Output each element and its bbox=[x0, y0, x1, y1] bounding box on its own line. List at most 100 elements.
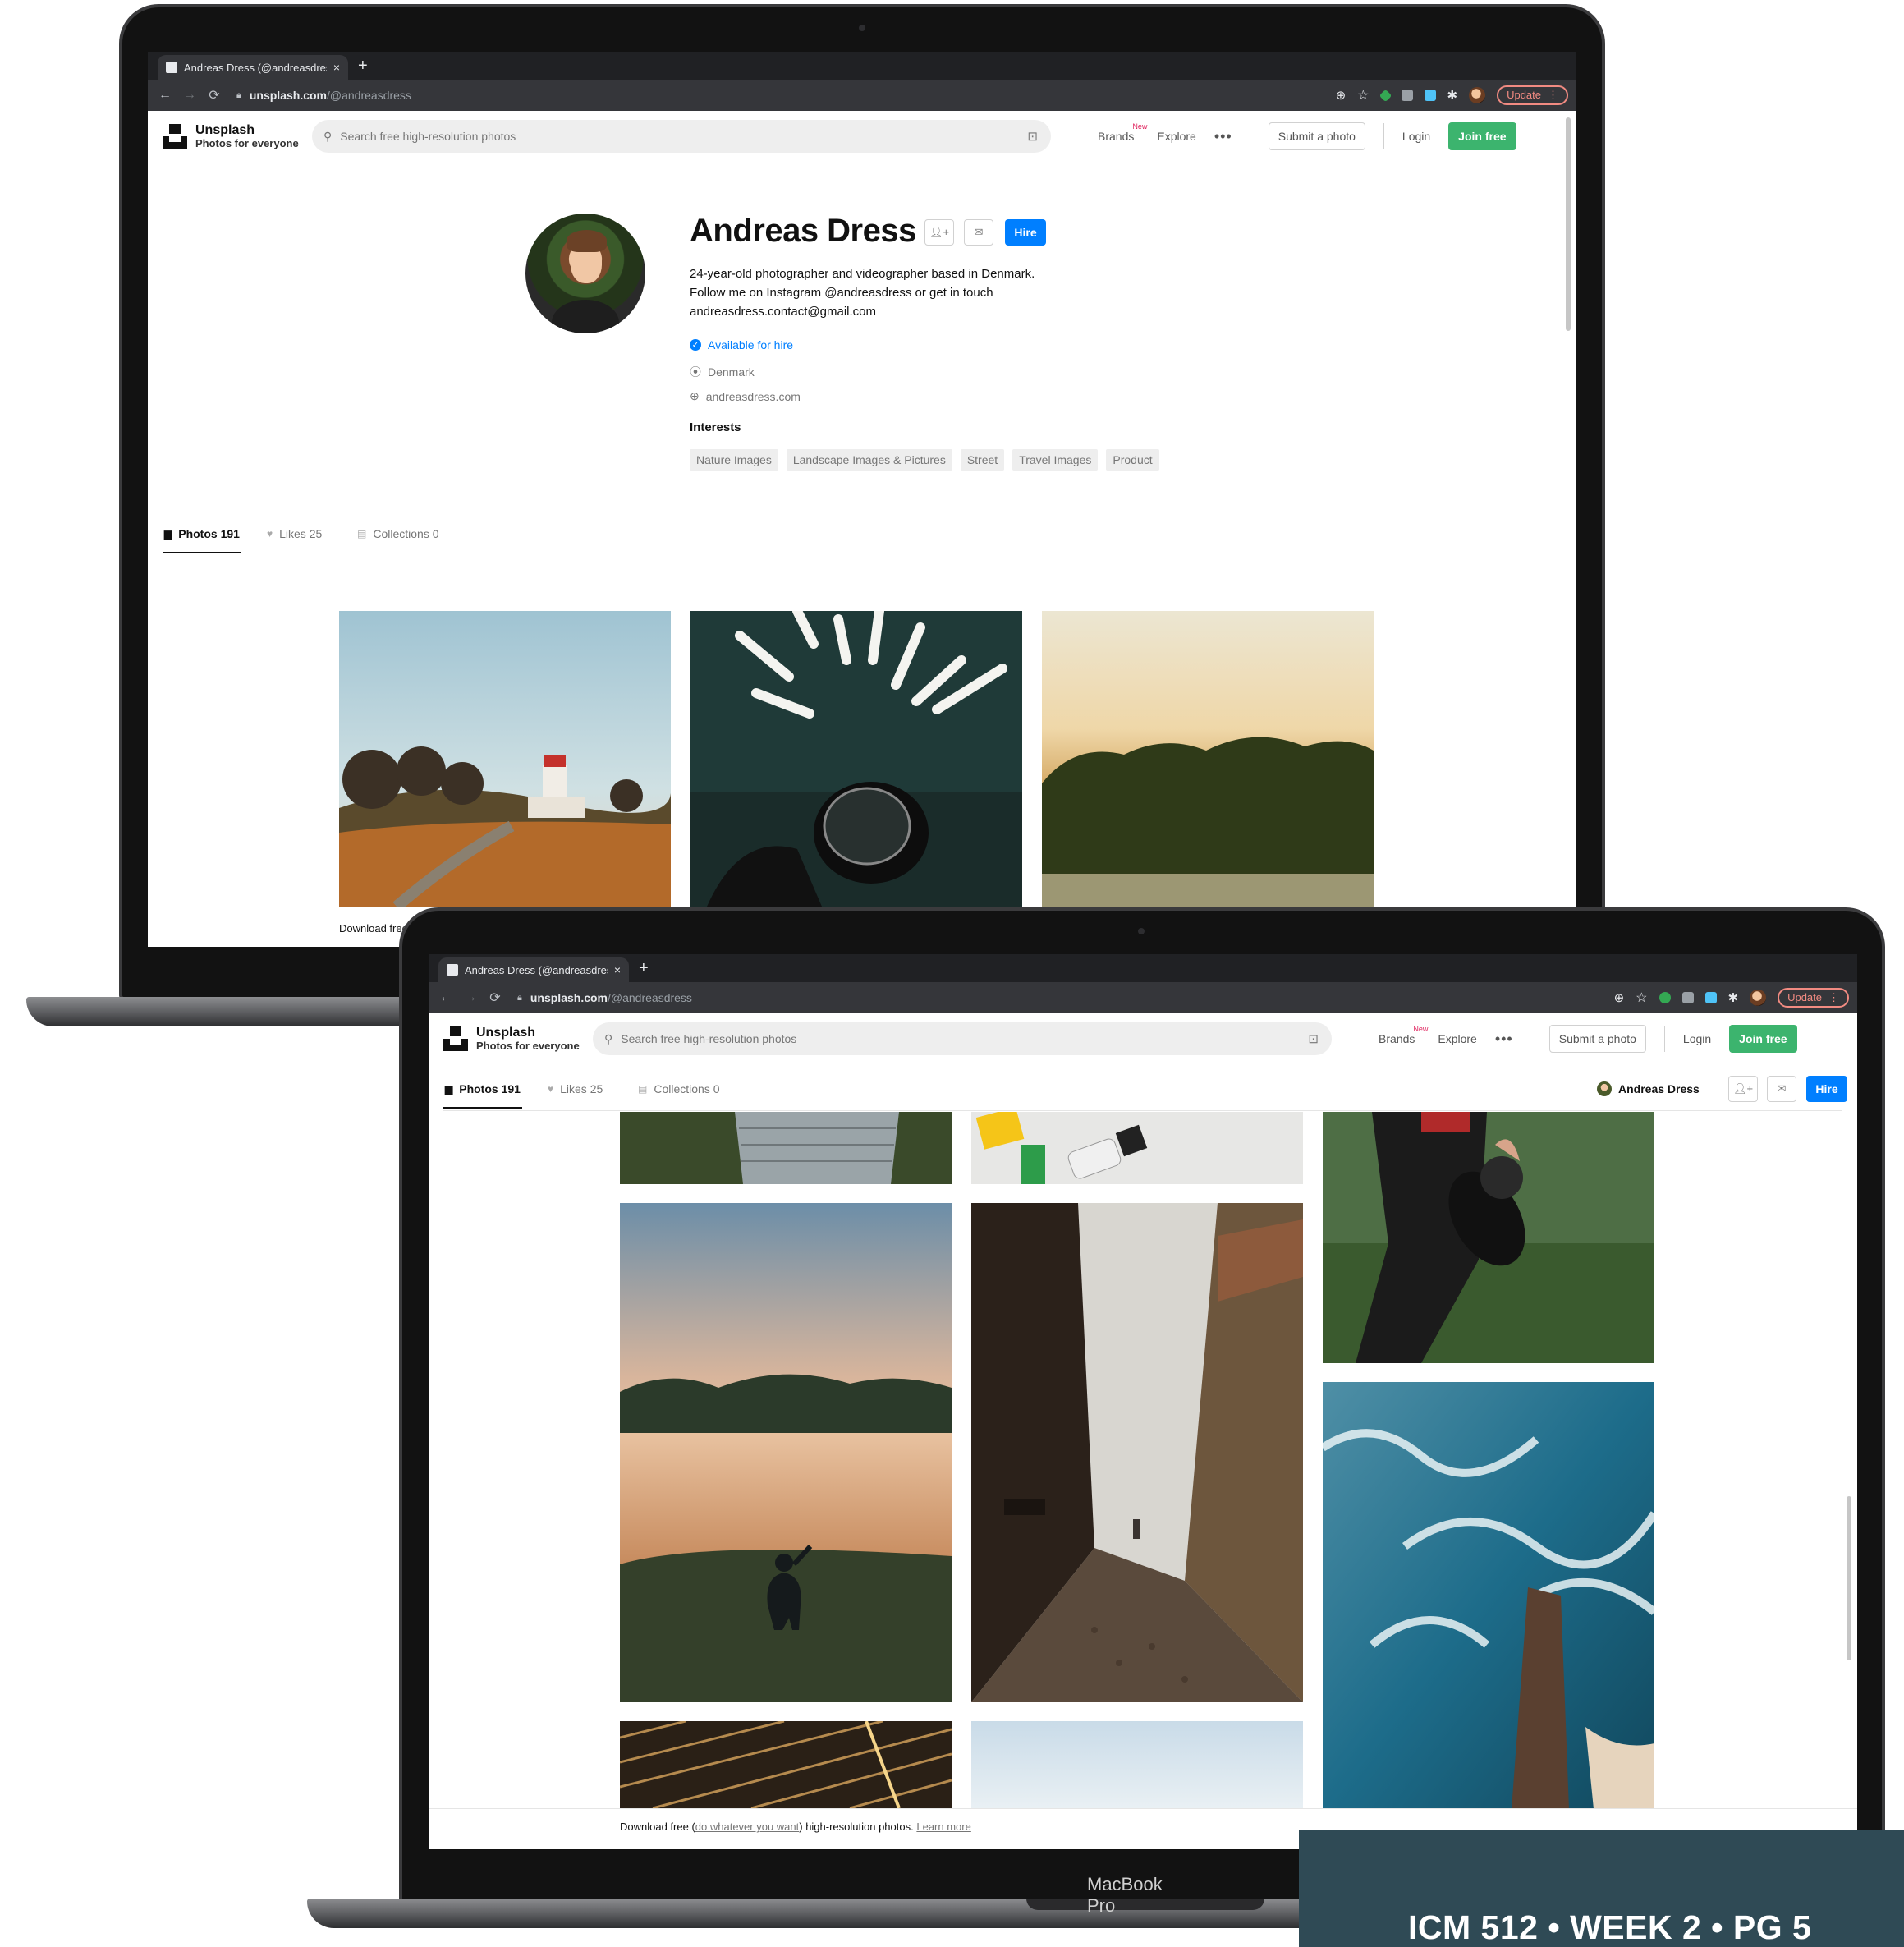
learn-more-link[interactable]: Learn more bbox=[916, 1821, 970, 1833]
reload-icon[interactable]: ⟳ bbox=[483, 990, 507, 1006]
url-field[interactable]: 🔒︎ unsplash.com/@andreasdress bbox=[517, 991, 692, 1004]
hire-button[interactable]: Hire bbox=[1806, 1076, 1847, 1102]
tab-photos[interactable]: ▆ Photos 191 bbox=[164, 516, 240, 552]
photo-lake-photographer[interactable] bbox=[620, 1203, 952, 1702]
photo-wooden-slats[interactable] bbox=[620, 1721, 952, 1808]
message-envelope-icon[interactable]: ✉︎ bbox=[964, 219, 993, 246]
photo-pale-sky[interactable] bbox=[971, 1721, 1303, 1808]
available-for-hire[interactable]: ✓ Available for hire bbox=[690, 338, 793, 351]
photo-film-rolls[interactable] bbox=[971, 1112, 1303, 1184]
laptop-back-camera bbox=[859, 25, 865, 31]
search-input[interactable]: ⚲ Search free high-resolution photos ⊡ bbox=[593, 1022, 1332, 1055]
browser-tab[interactable]: Andreas Dress (@andreasdres × bbox=[438, 957, 629, 982]
back-arrow-icon[interactable]: ← bbox=[153, 88, 177, 103]
tab-photos[interactable]: ▆ Photos 191 bbox=[445, 1071, 521, 1107]
photo-photographer-grass[interactable] bbox=[1323, 1112, 1654, 1363]
url-field[interactable]: 🔒︎ unsplash.com/@andreasdress bbox=[236, 89, 411, 102]
footer-prefix: Download free ( bbox=[620, 1821, 695, 1833]
profile-avatar-icon[interactable] bbox=[1750, 990, 1767, 1006]
location-target-icon[interactable]: ⊕ bbox=[1614, 990, 1625, 1005]
message-envelope-icon[interactable]: ✉︎ bbox=[1767, 1076, 1796, 1102]
profile-website[interactable]: ⊕ andreasdress.com bbox=[690, 389, 801, 403]
search-input[interactable]: ⚲ Search free high-resolution photos ⊡ bbox=[312, 120, 1051, 153]
address-bar: ← → ⟳ 🔒︎ unsplash.com/@andreasdress ⊕ ☆ … bbox=[148, 80, 1576, 111]
forward-arrow-icon[interactable]: → bbox=[458, 990, 483, 1005]
active-tab-underline bbox=[163, 552, 241, 553]
reload-icon[interactable]: ⟳ bbox=[202, 87, 227, 103]
extension-grey-icon[interactable] bbox=[1401, 90, 1413, 101]
hire-button[interactable]: Hire bbox=[1005, 219, 1046, 246]
interest-tag[interactable]: Street bbox=[960, 449, 1005, 471]
photo-forest-sunset[interactable] bbox=[1042, 611, 1374, 907]
follow-user-icon[interactable]: 👤︎+ bbox=[924, 219, 954, 246]
follow-user-icon[interactable]: 👤︎+ bbox=[1728, 1076, 1758, 1102]
close-tab-icon[interactable]: × bbox=[333, 61, 340, 74]
nav-explore[interactable]: Explore bbox=[1438, 1032, 1476, 1045]
device-label: MacBook Pro bbox=[1087, 1874, 1163, 1916]
submit-photo-button[interactable]: Submit a photo bbox=[1548, 1025, 1646, 1053]
header-nav: Brands New Explore ••• Submit a photo Log… bbox=[1098, 122, 1516, 150]
nav-brands[interactable]: Brands New bbox=[1379, 1025, 1428, 1045]
tab-likes[interactable]: ♥ Likes 25 bbox=[267, 516, 322, 552]
unsplash-logo[interactable]: Unsplash Photos for everyone bbox=[443, 1026, 580, 1052]
extension-green-icon[interactable] bbox=[1659, 992, 1671, 1003]
interest-tag[interactable]: Travel Images bbox=[1012, 449, 1099, 471]
new-tab-icon[interactable]: + bbox=[358, 57, 368, 76]
collections-icon: ▤ bbox=[638, 1083, 648, 1095]
interest-tag[interactable]: Nature Images bbox=[690, 449, 778, 471]
browser-tab[interactable]: Andreas Dress (@andreasdres × bbox=[158, 55, 348, 80]
photo-icon: ▆ bbox=[164, 528, 172, 540]
collections-icon: ▤ bbox=[357, 528, 367, 540]
page-scrollbar[interactable] bbox=[1566, 117, 1571, 331]
profile-tabs-sticky: ▆ Photos 191 ♥ Likes 25 ▤ Collections 0 And… bbox=[429, 1071, 1857, 1109]
page-scrollbar[interactable] bbox=[1847, 1496, 1851, 1660]
join-free-button[interactable]: Join free bbox=[1729, 1025, 1797, 1053]
profile-avatar-icon[interactable] bbox=[1469, 87, 1486, 103]
bio-email-link[interactable]: andreasdress.contact@gmail.com bbox=[690, 302, 1035, 321]
logo-name: Unsplash bbox=[195, 123, 255, 137]
bookmark-star-icon[interactable]: ☆ bbox=[1357, 87, 1369, 103]
visual-search-icon[interactable]: ⊡ bbox=[1308, 1031, 1319, 1046]
browser-window-front: Andreas Dress (@andreasdres × + ← → ⟳ 🔒︎… bbox=[429, 954, 1857, 1849]
unsplash-logo[interactable]: Unsplash Photos for everyone bbox=[163, 123, 299, 149]
close-tab-icon[interactable]: × bbox=[614, 963, 621, 976]
unsplash-header: Unsplash Photos for everyone ⚲ Search fr… bbox=[429, 1013, 1857, 1064]
extensions-puzzle-icon[interactable]: ✱ bbox=[1447, 88, 1458, 103]
forward-arrow-icon[interactable]: → bbox=[177, 88, 202, 103]
more-dots-icon[interactable]: ••• bbox=[1495, 1031, 1513, 1048]
license-link[interactable]: do whatever you want bbox=[695, 1821, 799, 1833]
more-dots-icon[interactable]: ••• bbox=[1214, 128, 1232, 145]
tab-likes[interactable]: ♥ Likes 25 bbox=[548, 1071, 603, 1107]
photo-ocean-aerial[interactable] bbox=[1323, 1382, 1654, 1809]
location-label: Denmark bbox=[708, 365, 755, 379]
update-button[interactable]: Update ⋮ bbox=[1778, 988, 1849, 1008]
bookmark-star-icon[interactable]: ☆ bbox=[1636, 990, 1647, 1006]
tab-collections[interactable]: ▤ Collections 0 bbox=[638, 1071, 720, 1107]
photo-foggy-alley[interactable] bbox=[971, 1203, 1303, 1702]
extension-green-icon[interactable] bbox=[1379, 89, 1392, 102]
new-tab-icon[interactable]: + bbox=[639, 959, 649, 978]
nav-brands[interactable]: Brands New bbox=[1098, 122, 1147, 143]
nav-explore[interactable]: Explore bbox=[1157, 130, 1195, 143]
interest-tag[interactable]: Product bbox=[1106, 449, 1159, 471]
sticky-user[interactable]: Andreas Dress bbox=[1597, 1071, 1700, 1107]
photo-camera-lens[interactable] bbox=[690, 611, 1022, 907]
heart-icon: ♥ bbox=[548, 1083, 554, 1095]
user-mini-avatar bbox=[1597, 1081, 1612, 1096]
visual-search-icon[interactable]: ⊡ bbox=[1027, 129, 1038, 144]
join-free-button[interactable]: Join free bbox=[1448, 122, 1516, 150]
extension-grey-icon[interactable] bbox=[1681, 992, 1694, 1003]
login-link[interactable]: Login bbox=[1402, 130, 1430, 143]
extension-blue-icon[interactable] bbox=[1704, 992, 1717, 1003]
photo-boardwalk[interactable] bbox=[620, 1112, 952, 1184]
interest-tag[interactable]: Landscape Images & Pictures bbox=[786, 449, 952, 471]
login-link[interactable]: Login bbox=[1683, 1032, 1711, 1045]
location-target-icon[interactable]: ⊕ bbox=[1336, 88, 1347, 103]
extensions-puzzle-icon[interactable]: ✱ bbox=[1728, 990, 1739, 1005]
photo-lighthouse[interactable] bbox=[339, 611, 671, 907]
back-arrow-icon[interactable]: ← bbox=[434, 990, 458, 1005]
update-button[interactable]: Update ⋮ bbox=[1497, 85, 1568, 105]
extension-blue-icon[interactable] bbox=[1424, 90, 1436, 101]
submit-photo-button[interactable]: Submit a photo bbox=[1268, 122, 1365, 150]
tab-collections[interactable]: ▤ Collections 0 bbox=[357, 516, 439, 552]
